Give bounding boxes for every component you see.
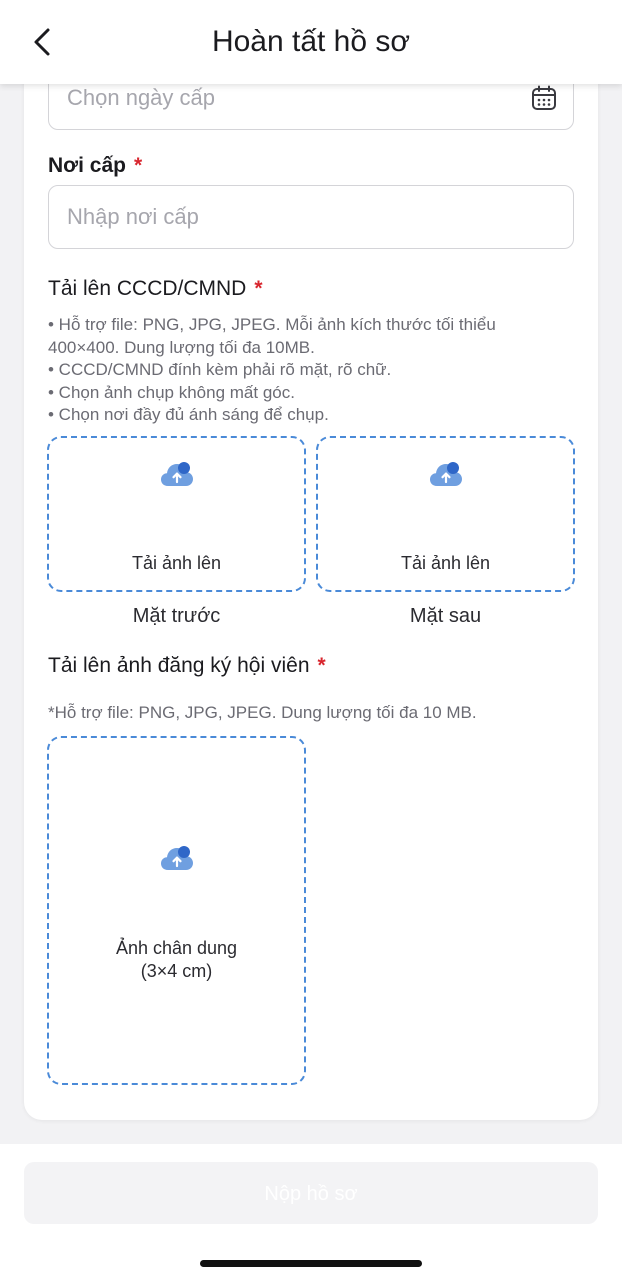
- member-photo-label-text: Tải lên ảnh đăng ký hội viên: [48, 654, 310, 677]
- front-caption: Mặt trước: [132, 605, 221, 627]
- id-upload-notes: • Hỗ trợ file: PNG, JPG, JPEG. Mỗi ảnh k…: [48, 314, 574, 427]
- required-mark: *: [133, 154, 143, 177]
- member-photo-hint: *Hỗ trợ file: PNG, JPG, JPEG. Dung lượng…: [48, 703, 477, 722]
- issue-place-placeholder: Nhập nơi cấp: [67, 204, 199, 229]
- portrait-upload-label: Ảnh chân dung: [115, 938, 238, 958]
- upload-label: Tải ảnh lên: [400, 553, 491, 573]
- portrait-size-label: (3×4 cm): [140, 961, 213, 981]
- cloud-upload-icon: [160, 462, 193, 486]
- home-indicator: [200, 1260, 422, 1267]
- cloud-upload-icon: [160, 846, 193, 870]
- submit-button[interactable]: Nộp hồ sơ: [24, 1162, 598, 1224]
- page-title: Hoàn tất hồ sơ: [211, 25, 411, 58]
- back-caption: Mặt sau: [409, 605, 482, 627]
- member-photo-label: Tải lên ảnh đăng ký hội viên *: [48, 654, 326, 678]
- issue-place-input[interactable]: Nhập nơi cấp: [48, 185, 574, 249]
- calendar-icon[interactable]: [531, 85, 557, 111]
- portrait-upload[interactable]: Ảnh chân dung (3×4 cm): [47, 736, 306, 1085]
- page: Chọn ngày cấp Nơi cấp * Nhập nơi cấp Tải …: [0, 0, 622, 1280]
- note-line: 400×400. Dung lượng tối đa 10MB.: [48, 337, 315, 357]
- issue-place-label: Nơi cấp *: [48, 154, 142, 178]
- id-upload-label: Tải lên CCCD/CMND *: [48, 277, 263, 301]
- cloud-upload-icon: [429, 462, 462, 486]
- id-upload-label-text: Tải lên CCCD/CMND: [48, 277, 247, 300]
- note-line: • CCCD/CMND đính kèm phải rõ mặt, rõ chữ…: [48, 360, 392, 379]
- required-mark: *: [254, 277, 263, 300]
- upload-label: Tải ảnh lên: [131, 553, 222, 573]
- app-header: Hoàn tất hồ sơ: [0, 0, 622, 84]
- id-back-upload[interactable]: Tải ảnh lên: [316, 436, 575, 592]
- issue-place-label-text: Nơi cấp: [48, 154, 126, 177]
- id-front-upload[interactable]: Tải ảnh lên: [47, 436, 306, 592]
- note-line: • Chọn nơi đầy đủ ánh sáng để chụp.: [48, 405, 329, 424]
- note-line: • Hỗ trợ file: PNG, JPG, JPEG. Mỗi ảnh k…: [48, 315, 496, 334]
- note-line: • Chọn ảnh chụp không mất góc.: [48, 382, 295, 402]
- required-mark: *: [317, 654, 326, 677]
